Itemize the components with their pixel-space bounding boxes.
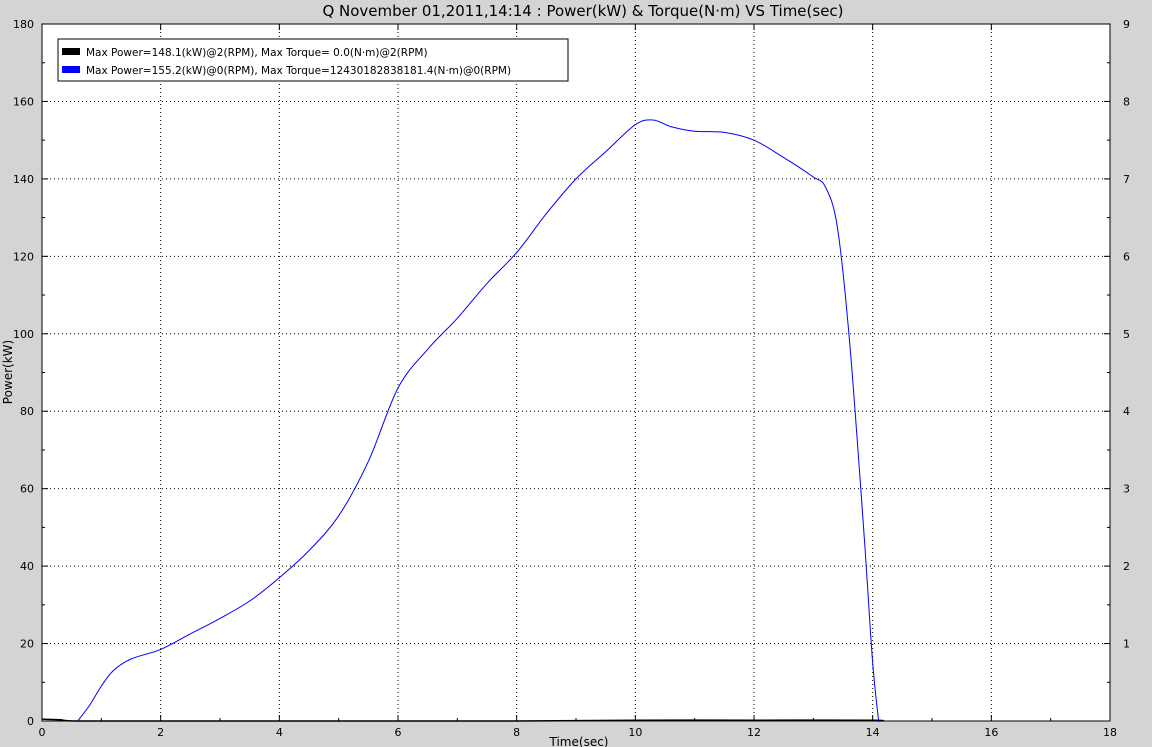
x-tick-label: 12 xyxy=(747,726,761,739)
y-tick-label: 40 xyxy=(20,560,34,573)
right-axis-label: 3 xyxy=(1123,483,1130,496)
right-axis-label: 9 xyxy=(1123,18,1130,31)
y-tick-labels: 0 20 40 60 80 100 120 140 160 180 xyxy=(13,18,34,728)
right-axis-labels: 9 8 7 6 5 4 3 2 1 xyxy=(1123,18,1130,651)
legend: Max Power=148.1(kW)@2(RPM), Max Torque= … xyxy=(57,38,569,82)
chart-title: Q November 01,2011,14:14 : Power(kW) & T… xyxy=(322,2,843,20)
right-axis-label: 5 xyxy=(1123,328,1130,341)
y-tick-label: 140 xyxy=(13,173,34,186)
x-tick-label: 18 xyxy=(1103,726,1117,739)
x-tick-label: 8 xyxy=(513,726,520,739)
right-axis-label: 8 xyxy=(1123,95,1130,108)
x-tick-label: 10 xyxy=(628,726,642,739)
y-tick-label: 20 xyxy=(20,638,34,651)
legend-swatch-1 xyxy=(62,48,80,55)
x-tick-label: 14 xyxy=(866,726,880,739)
power-torque-chart: 0 2 4 6 8 10 12 14 16 18 020406080100120140160180… xyxy=(1,2,1130,747)
x-axis-label: Time(sec) xyxy=(549,735,609,747)
y-tick-label: 0 xyxy=(27,715,34,728)
y-tick-label: 100 xyxy=(13,328,34,341)
right-axis-label: 7 xyxy=(1123,173,1130,186)
x-tick-label: 0 xyxy=(39,726,46,739)
x-tick-label: 16 xyxy=(984,726,998,739)
legend-entry-2: Max Power=155.2(kW)@0(RPM), Max Torque=1… xyxy=(86,65,511,77)
y-tick-label: 60 xyxy=(20,483,34,496)
right-axis-label: 1 xyxy=(1123,638,1130,651)
x-tick-label: 2 xyxy=(157,726,164,739)
y-axis-label: Power(kW) xyxy=(1,340,15,404)
x-tick-label: 4 xyxy=(276,726,283,739)
y-tick-label: 180 xyxy=(13,18,34,31)
y-tick-label: 120 xyxy=(13,250,34,263)
y-tick-label: 80 xyxy=(20,405,34,418)
right-axis-label: 4 xyxy=(1123,405,1130,418)
legend-entry-1: Max Power=148.1(kW)@2(RPM), Max Torque= … xyxy=(86,47,428,59)
right-axis-label: 6 xyxy=(1123,250,1130,263)
legend-swatch-2 xyxy=(62,66,80,73)
y-tick-label: 160 xyxy=(13,95,34,108)
x-tick-label: 6 xyxy=(395,726,402,739)
plot-background xyxy=(42,24,1110,721)
right-axis-label: 2 xyxy=(1123,560,1130,573)
